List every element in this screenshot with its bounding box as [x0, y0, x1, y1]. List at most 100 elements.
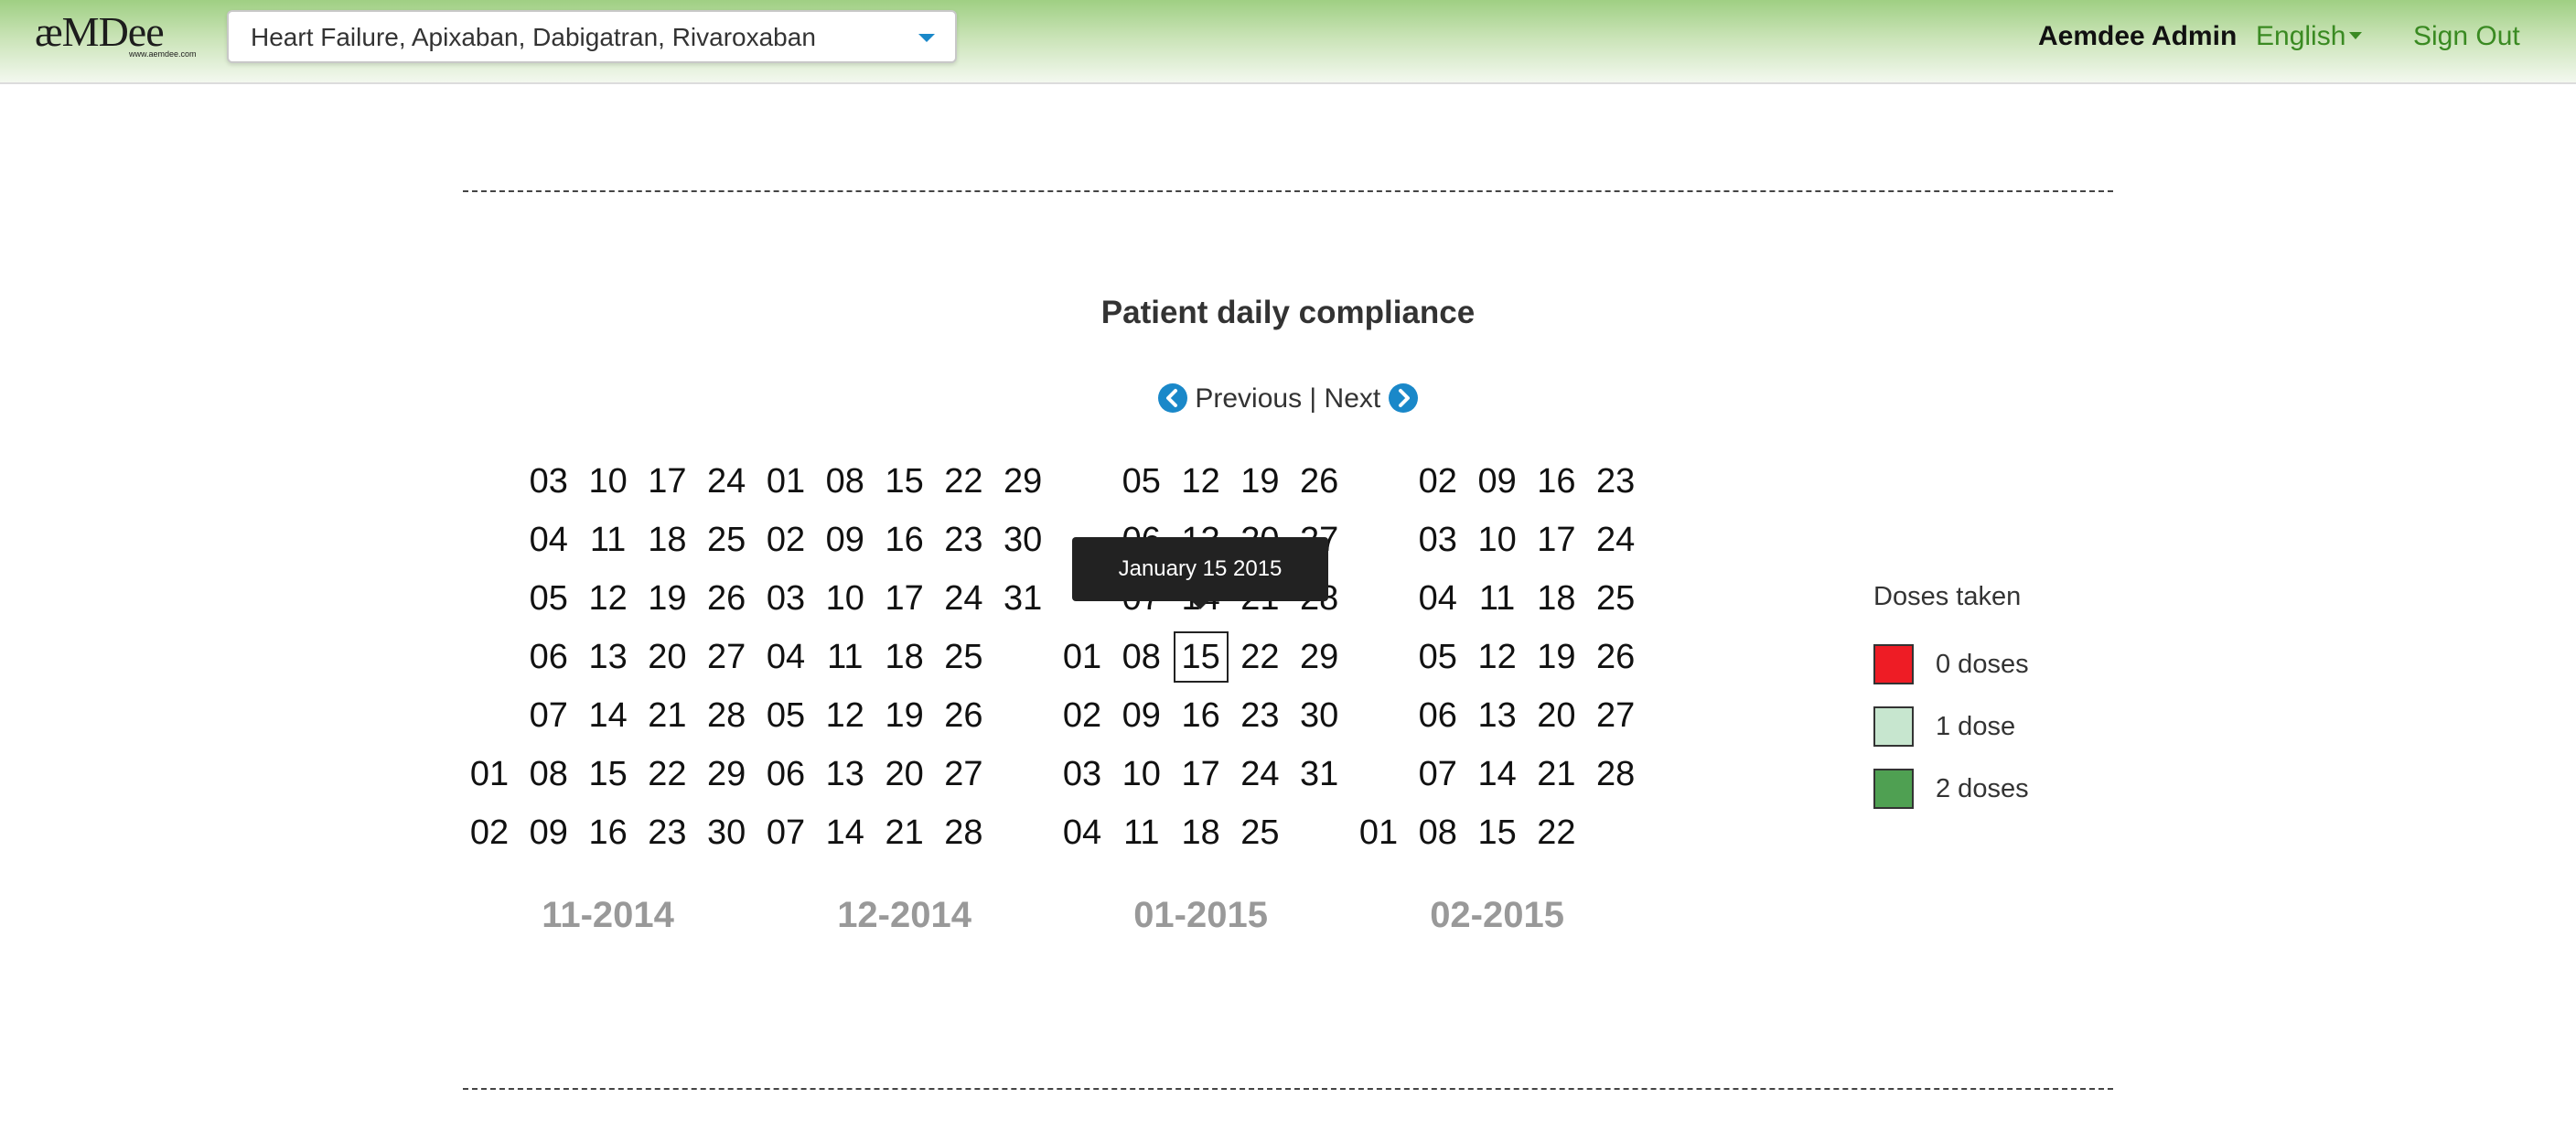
calendar-day[interactable]: 07: [521, 690, 576, 741]
calendar-day[interactable]: 27: [699, 631, 754, 683]
calendar-day[interactable]: 14: [1470, 749, 1525, 800]
calendar-day[interactable]: 23: [936, 514, 991, 566]
next-link[interactable]: Next: [1325, 383, 1381, 414]
calendar-day[interactable]: 11: [1114, 807, 1169, 858]
calendar-day[interactable]: 18: [877, 631, 932, 683]
calendar-day[interactable]: 20: [1529, 690, 1583, 741]
calendar-day[interactable]: 22: [936, 456, 991, 507]
calendar-day[interactable]: 21: [1529, 749, 1583, 800]
calendar-day[interactable]: 26: [1588, 631, 1643, 683]
calendar-day[interactable]: 12: [1174, 456, 1229, 507]
calendar-day[interactable]: 20: [877, 749, 932, 800]
calendar-day[interactable]: 14: [581, 690, 636, 741]
sign-out-link[interactable]: Sign Out: [2413, 0, 2520, 73]
calendar-day[interactable]: 22: [1529, 807, 1583, 858]
calendar-day[interactable]: 07: [758, 807, 813, 858]
calendar-day[interactable]: 09: [1470, 456, 1525, 507]
calendar-day[interactable]: 17: [877, 573, 932, 624]
calendar-day[interactable]: 29: [1292, 631, 1347, 683]
calendar-day[interactable]: 26: [1292, 456, 1347, 507]
calendar-day[interactable]: 30: [1292, 690, 1347, 741]
calendar-day[interactable]: 17: [1174, 749, 1229, 800]
chevron-left-circle-icon[interactable]: [1158, 383, 1187, 414]
calendar-day[interactable]: 16: [877, 514, 932, 566]
calendar-day[interactable]: 04: [758, 631, 813, 683]
calendar-day[interactable]: 25: [1232, 807, 1287, 858]
calendar-day[interactable]: 11: [581, 514, 636, 566]
calendar-day[interactable]: 01: [758, 456, 813, 507]
calendar-day[interactable]: 31: [1292, 749, 1347, 800]
calendar-day[interactable]: 05: [1411, 631, 1465, 683]
user-name[interactable]: Aemdee Admin: [2038, 0, 2237, 73]
calendar-day[interactable]: 13: [581, 631, 636, 683]
calendar-day[interactable]: 25: [936, 631, 991, 683]
calendar-day[interactable]: 10: [818, 573, 873, 624]
calendar-day[interactable]: 18: [1529, 573, 1583, 624]
language-dropdown[interactable]: English: [2256, 0, 2363, 73]
calendar-day[interactable]: 29: [699, 749, 754, 800]
calendar-day[interactable]: 24: [699, 456, 754, 507]
calendar-day[interactable]: 30: [699, 807, 754, 858]
calendar-day[interactable]: 09: [521, 807, 576, 858]
previous-link[interactable]: Previous: [1195, 383, 1302, 414]
calendar-day[interactable]: 17: [639, 456, 694, 507]
calendar-day[interactable]: 31: [995, 573, 1050, 624]
calendar-day[interactable]: 21: [877, 807, 932, 858]
calendar-day[interactable]: 05: [758, 690, 813, 741]
aemdee-logo[interactable]: æMDee www.aemdee.com: [35, 7, 209, 64]
calendar-day[interactable]: 19: [877, 690, 932, 741]
calendar-day[interactable]: 18: [639, 514, 694, 566]
calendar-day[interactable]: 04: [1055, 807, 1110, 858]
calendar-day[interactable]: 23: [1232, 690, 1287, 741]
calendar-day[interactable]: 11: [1470, 573, 1525, 624]
calendar-day[interactable]: 13: [1470, 690, 1525, 741]
calendar-day[interactable]: 03: [758, 573, 813, 624]
calendar-day[interactable]: 16: [581, 807, 636, 858]
calendar-day[interactable]: 27: [936, 749, 991, 800]
calendar-day[interactable]: 25: [699, 514, 754, 566]
calendar-day[interactable]: 24: [936, 573, 991, 624]
calendar-day[interactable]: 08: [1411, 807, 1465, 858]
calendar-day[interactable]: 24: [1232, 749, 1287, 800]
calendar-day[interactable]: 09: [1114, 690, 1169, 741]
calendar-day[interactable]: 02: [758, 514, 813, 566]
calendar-day[interactable]: 26: [699, 573, 754, 624]
calendar-day[interactable]: 19: [1232, 456, 1287, 507]
calendar-day[interactable]: 03: [1055, 749, 1110, 800]
calendar-day[interactable]: 17: [1529, 514, 1583, 566]
calendar-day[interactable]: 24: [1588, 514, 1643, 566]
calendar-day[interactable]: 12: [1470, 631, 1525, 683]
calendar-day[interactable]: 25: [1588, 573, 1643, 624]
calendar-day[interactable]: 23: [639, 807, 694, 858]
calendar-day[interactable]: 09: [818, 514, 873, 566]
calendar-day[interactable]: 22: [1232, 631, 1287, 683]
calendar-day[interactable]: 15: [877, 456, 932, 507]
calendar-day[interactable]: 08: [521, 749, 576, 800]
calendar-day[interactable]: 08: [818, 456, 873, 507]
calendar-day[interactable]: 15: [1470, 807, 1525, 858]
calendar-day[interactable]: 04: [521, 514, 576, 566]
calendar-day[interactable]: 02: [462, 807, 517, 858]
calendar-day[interactable]: 10: [1114, 749, 1169, 800]
calendar-day[interactable]: 20: [639, 631, 694, 683]
calendar-day[interactable]: 12: [581, 573, 636, 624]
calendar-day[interactable]: 03: [1411, 514, 1465, 566]
calendar-day[interactable]: 28: [699, 690, 754, 741]
calendar-day[interactable]: 04: [1411, 573, 1465, 624]
calendar-day[interactable]: 07: [1411, 749, 1465, 800]
calendar-day[interactable]: 02: [1411, 456, 1465, 507]
calendar-day[interactable]: 13: [818, 749, 873, 800]
calendar-day[interactable]: 16: [1529, 456, 1583, 507]
chevron-right-circle-icon[interactable]: [1388, 383, 1418, 414]
calendar-day[interactable]: 06: [1411, 690, 1465, 741]
calendar-day[interactable]: 16: [1174, 690, 1229, 741]
calendar-day[interactable]: 02: [1055, 690, 1110, 741]
calendar-day[interactable]: 19: [1529, 631, 1583, 683]
calendar-day[interactable]: 18: [1174, 807, 1229, 858]
calendar-day[interactable]: 30: [995, 514, 1050, 566]
calendar-day[interactable]: 05: [521, 573, 576, 624]
calendar-day[interactable]: 06: [521, 631, 576, 683]
calendar-day[interactable]: 06: [758, 749, 813, 800]
calendar-day[interactable]: 28: [1588, 749, 1643, 800]
calendar-day[interactable]: 19: [639, 573, 694, 624]
